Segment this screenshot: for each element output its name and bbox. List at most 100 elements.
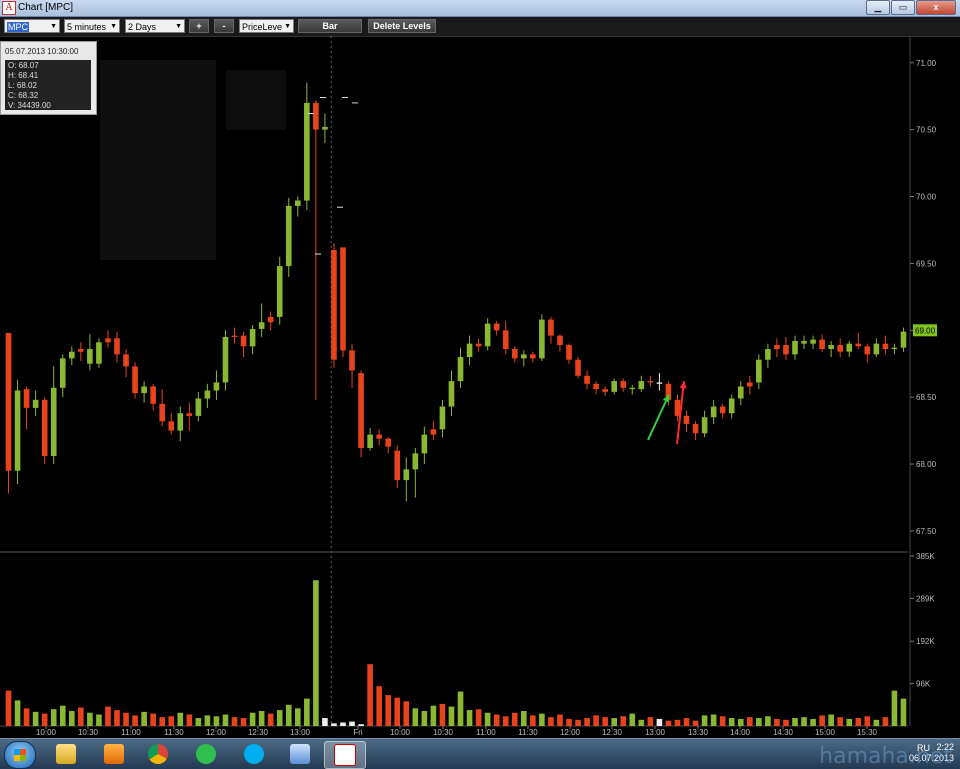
candle-body (322, 126, 328, 130)
bar-style-button[interactable]: Bar (298, 19, 362, 33)
volume-bar (294, 708, 301, 726)
volume-bar (575, 719, 581, 726)
ohlc-values: O: 68.07 H: 68.41 L: 68.02 C: 68.32 V: 3… (5, 60, 91, 110)
volume-bar (68, 710, 75, 726)
taskbar-window-manager[interactable] (280, 741, 320, 767)
windows-taskbar: RU 2:22 06.07.2013 (0, 738, 960, 769)
candle-body (412, 453, 419, 470)
candle-body (195, 398, 202, 416)
candle-body (792, 340, 798, 355)
volume-bar (864, 716, 871, 726)
candle-body (647, 381, 654, 383)
volume-bar (59, 705, 66, 726)
volume-bar (23, 708, 30, 726)
title-bar: A Chart [MPC] ▁ ▭ x (0, 0, 960, 17)
period-value: 2 Days (128, 22, 157, 32)
price-tick-label: 70.00 (916, 193, 937, 202)
volume-bar (900, 698, 907, 726)
volume-tick-label: 385K (916, 552, 935, 561)
volume-bar (240, 718, 247, 726)
candle-body (367, 434, 373, 448)
candle-body (394, 450, 401, 481)
zoom-out-button[interactable]: - (214, 19, 234, 33)
taskbar-trading-app[interactable] (324, 741, 366, 769)
ohlc-datetime: 05.07.2013 10:30:00 (5, 47, 79, 56)
volume-bar (801, 717, 807, 726)
price-tick-label: 67.50 (916, 527, 937, 536)
volume-bar (276, 710, 283, 726)
tool-value: PriceLeve (242, 22, 283, 32)
taskbar-at-client[interactable] (186, 741, 226, 767)
candle-body (466, 343, 473, 358)
volume-bar (828, 714, 834, 726)
volume-bar (439, 703, 446, 726)
candle-body (105, 338, 111, 343)
candle-body (32, 399, 39, 408)
candle-body (530, 354, 536, 359)
volume-bar (258, 710, 265, 726)
volume-bar (168, 716, 175, 726)
volume-bar (593, 715, 599, 726)
candlestick-chart[interactable]: 71.00 70.50 70.00 69.50 69.00 68.50 68.00 67.50… (0, 36, 960, 738)
tool-select[interactable]: PriceLeve ▼ (239, 19, 294, 33)
volume-bar (376, 686, 382, 726)
volume-bar (629, 713, 636, 726)
volume-bar (231, 717, 238, 726)
volume-bar (810, 718, 816, 726)
period-select[interactable]: 2 Days ▼ (125, 19, 185, 33)
volume-bar (837, 717, 844, 726)
candle-body (186, 413, 193, 416)
candle-body (873, 343, 880, 355)
candle-body (294, 200, 301, 206)
candle-body (285, 205, 292, 267)
window-title: Chart [MPC] (18, 2, 74, 13)
volume-bar (475, 709, 482, 726)
candle-body (683, 415, 690, 424)
volume-bar (41, 713, 48, 726)
candle-body (575, 359, 581, 376)
volume-bar (412, 708, 419, 726)
ohlc-high: H: 68.41 (8, 71, 39, 80)
symbol-select[interactable]: MPC ▼ (4, 19, 60, 33)
maximize-button[interactable]: ▭ (891, 0, 915, 15)
delete-levels-button[interactable]: Delete Levels (368, 19, 436, 33)
price-tick-label: 68.50 (916, 393, 937, 402)
start-button[interactable] (4, 741, 36, 769)
volume-bar (584, 718, 590, 726)
interval-select[interactable]: 5 minutes ▼ (64, 19, 120, 33)
candle-body (584, 375, 590, 384)
minimize-button[interactable]: ▁ (866, 0, 890, 15)
volume-bar (737, 718, 744, 726)
candle-body (376, 434, 382, 439)
candle-body (511, 349, 518, 359)
candle-body (846, 343, 853, 352)
time-tick-label: 11:00 (476, 728, 496, 737)
time-tick-label: 11:30 (518, 728, 538, 737)
candle-body (810, 339, 816, 344)
candle-body (520, 354, 527, 359)
candle-body (484, 323, 491, 347)
volume-bar (32, 711, 39, 726)
volume-bar (186, 714, 193, 726)
taskbar-chrome[interactable] (138, 741, 178, 767)
candle-body (602, 389, 608, 392)
candle-body (728, 398, 735, 414)
volume-bar (620, 716, 627, 726)
ohlc-low: L: 68.02 (8, 81, 37, 90)
close-button[interactable]: x (916, 0, 956, 15)
zoom-in-button[interactable]: + (189, 19, 209, 33)
volume-bar (313, 580, 319, 726)
taskbar-media-player[interactable] (94, 741, 134, 767)
volume-bar (774, 718, 780, 726)
candle-body (349, 350, 355, 371)
candle-body (765, 349, 771, 360)
candle-body (240, 335, 247, 347)
price-tick-label: 68.00 (916, 460, 937, 469)
candle-body (267, 316, 274, 323)
taskbar-skype[interactable] (234, 741, 274, 767)
volume-bar (656, 718, 663, 726)
time-tick-label: 10:30 (433, 728, 454, 737)
candle-body (41, 399, 48, 457)
candle-body (457, 357, 464, 382)
taskbar-explorer[interactable] (46, 741, 86, 767)
